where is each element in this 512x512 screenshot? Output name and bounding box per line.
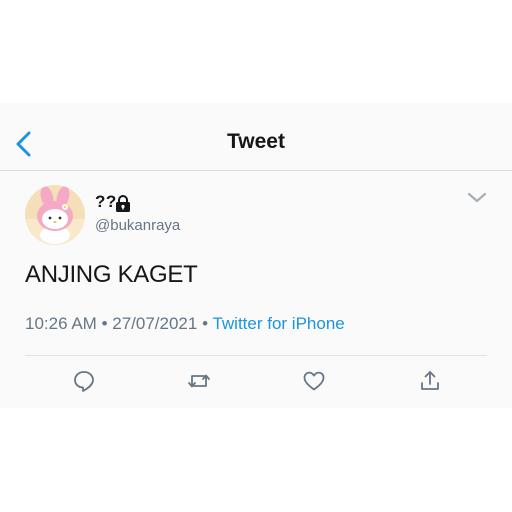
page-title: Tweet [227,130,285,153]
meta-separator: • [202,314,209,333]
share-icon[interactable] [418,369,442,393]
lock-icon [116,195,130,212]
user-handle[interactable]: @bukanraya [95,217,180,234]
tweet-screen: Tweet ?? @bukanraya ANJING KAGET 10:26 A… [0,103,512,408]
avatar[interactable] [25,185,85,245]
tweet-source-link[interactable]: Twitter for iPhone [212,314,344,333]
divider [25,355,487,356]
retweet-icon[interactable] [187,369,211,393]
tweet-date: 27/07/2021 [112,314,198,333]
navigation-bar: Tweet [0,103,512,171]
meta-separator: • [101,314,108,333]
tweet-time: 10:26 AM [25,314,97,333]
reply-icon[interactable] [72,369,96,393]
tweet-metadata: 10:26 AM • 27/07/2021 • Twitter for iPho… [25,314,345,334]
chevron-down-icon[interactable] [466,189,488,205]
heart-icon[interactable] [302,369,326,393]
display-name[interactable]: ?? [95,192,117,212]
tweet-text: ANJING KAGET [25,261,198,288]
